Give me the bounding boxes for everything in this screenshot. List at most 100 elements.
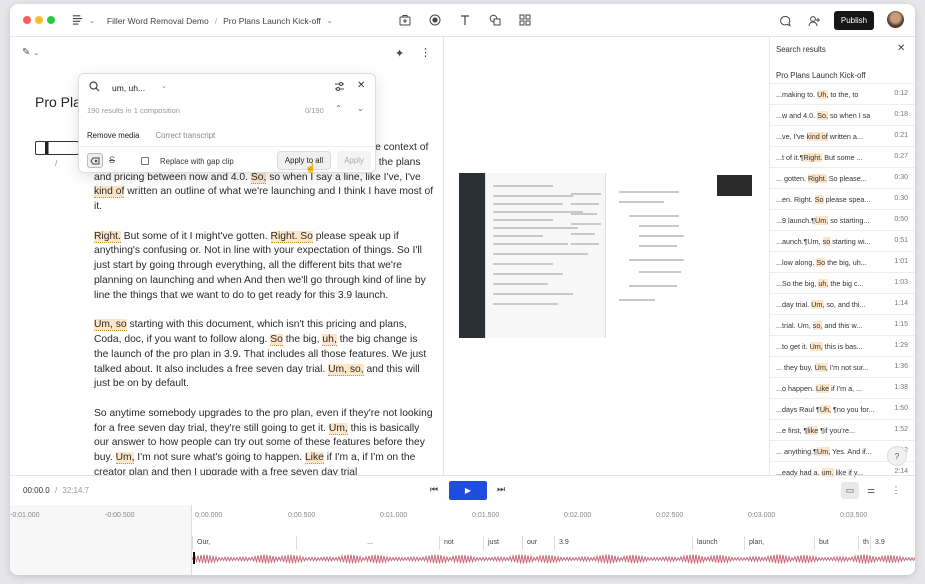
grid-icon[interactable] [517, 12, 533, 28]
publish-button[interactable]: Publish [834, 11, 874, 30]
chevron-down-icon[interactable]: ⌄ [327, 17, 333, 25]
result-time: 1:50 [894, 405, 908, 412]
search-result-item[interactable]: ...days Raul ¶Uh, ¶no you for... 1:50 [770, 398, 915, 419]
media-library-icon[interactable] [397, 12, 413, 28]
search-result-item[interactable]: ...So the big, uh, the big c... 1:03 [770, 272, 915, 293]
breadcrumb-workspace[interactable]: Filler Word Removal Demo [107, 16, 209, 26]
search-result-item[interactable]: ...e first, ¶like ¶if you're... 1:52 [770, 419, 915, 440]
avatar[interactable] [887, 11, 904, 28]
comment-icon[interactable] [777, 13, 793, 29]
tab-remove-media[interactable]: Remove media [87, 131, 139, 140]
breadcrumb: ⌄ Filler Word Removal Demo / Pro Plans L… [72, 14, 333, 27]
result-match: Uh, [819, 404, 831, 414]
timeline-word[interactable]: launch [692, 536, 744, 550]
shapes-icon[interactable] [487, 12, 503, 28]
search-result-item[interactable]: ...low along. So the big, uh... 1:01 [770, 251, 915, 272]
filler-word-match[interactable]: kind of [94, 186, 125, 199]
timeline-word[interactable]: just [483, 536, 522, 550]
search-result-item[interactable]: ... they buy. Um, I'm not sur... 1:36 [770, 356, 915, 377]
search-result-item[interactable]: ...t of it.¶Right. But some ... 0:27 [770, 146, 915, 167]
video-text-line [619, 201, 664, 203]
sparkle-icon[interactable]: ✦ [395, 47, 404, 60]
filler-word-match[interactable]: Um, so [94, 319, 127, 332]
result-time: 1:15 [894, 321, 908, 328]
search-result-item[interactable]: ...making to. Uh, to the, to 0:12 [770, 83, 915, 104]
transcript-paragraph[interactable]: Um, so starting with this document, whic… [94, 318, 434, 392]
result-match: so, [812, 320, 823, 330]
filler-word-match[interactable]: Um, so, [328, 363, 364, 376]
chevron-down-icon[interactable]: ⌄ [161, 82, 167, 90]
pen-icon[interactable]: ✎ ⌄ [22, 47, 39, 58]
playhead[interactable] [193, 552, 195, 564]
search-result-item[interactable]: ...ve, I've kind of written a... 0:21 [770, 125, 915, 146]
caption-icon[interactable]: ▭ [841, 482, 859, 499]
search-result-item[interactable]: ...day trial. Um, so, and thi... 1:14 [770, 293, 915, 314]
close-icon[interactable]: ✕ [357, 80, 365, 91]
transcript-paragraph[interactable]: Right. But some of it I might've gotten.… [94, 230, 434, 304]
delete-icon[interactable] [87, 153, 103, 168]
more-options-icon[interactable]: ⋮ [420, 46, 431, 59]
text-icon[interactable] [457, 12, 473, 28]
timeline-word[interactable]: not [439, 536, 483, 550]
timeline-word[interactable]: 3.9 [870, 536, 915, 550]
video-panel [605, 173, 754, 338]
next-result-icon[interactable]: ⌄ [357, 104, 364, 113]
gap-clip-checkbox[interactable] [141, 157, 149, 165]
zoom-window-button[interactable] [47, 16, 55, 24]
filler-word-match[interactable]: Um, [115, 452, 135, 465]
minimize-window-button[interactable] [35, 16, 43, 24]
filler-word-match[interactable]: Right. [94, 230, 121, 243]
filler-word-match[interactable]: Like [304, 452, 324, 465]
transcript-paragraph[interactable]: So anytime somebody upgrades to the pro … [94, 407, 434, 475]
play-button[interactable]: ▶ [449, 481, 487, 500]
result-summary[interactable]: 190 results in 1 composition [87, 106, 180, 115]
filler-word-match[interactable]: Um, [328, 422, 348, 435]
search-result-item[interactable]: ...w and 4.0. So, so when I sa 0:18 [770, 104, 915, 125]
apply-button[interactable]: Apply [337, 151, 371, 170]
search-result-item[interactable]: ...en. Right. So please spea... 0:30 [770, 188, 915, 209]
timeline-word[interactable]: Our, [192, 536, 296, 550]
close-icon[interactable]: ✕ [897, 43, 905, 54]
previous-result-icon[interactable]: ⌃ [335, 104, 342, 113]
word-track: Our,... not just our 3.9 launch plan, but th 3.9 [192, 536, 915, 550]
timeline-word[interactable]: 3.9 [554, 536, 692, 550]
search-result-item[interactable]: ...to get it. Um, this is bas... 1:29 [770, 335, 915, 356]
timeline-word[interactable]: ... [296, 536, 439, 550]
timeline-word[interactable]: our [522, 536, 554, 550]
timeline-word[interactable]: plan, [744, 536, 814, 550]
strikethrough-icon[interactable]: S [109, 155, 115, 165]
result-context: I'm not sur... [827, 362, 869, 372]
filler-word-match[interactable]: So [270, 333, 283, 346]
result-context: the big c... [828, 278, 864, 288]
close-window-button[interactable] [23, 16, 31, 24]
sliders-icon[interactable] [334, 81, 345, 94]
skip-forward-icon[interactable]: ⏭ [497, 484, 505, 495]
more-options-icon[interactable]: ⋮ [887, 482, 905, 499]
document-list-icon[interactable] [72, 14, 83, 27]
timeline-word[interactable]: th [858, 536, 870, 550]
apply-to-all-button[interactable]: Apply to all [277, 151, 331, 170]
tab-correct-transcript[interactable]: Correct transcript [155, 131, 215, 140]
timeline-settings-icon[interactable]: ⚌ [862, 482, 880, 499]
search-result-item[interactable]: ...trial. Um, so, and this w... 1:15 [770, 314, 915, 335]
search-result-item[interactable]: ...aunch.¶Um, so starting wi... 0:51 [770, 230, 915, 251]
search-result-item[interactable]: ...o happen. Like if I'm a, ... 1:38 [770, 377, 915, 398]
search-input[interactable]: um, uh... [112, 83, 145, 93]
transcript[interactable]: /Our, not just our 3.9 launch plan, but … [94, 141, 434, 475]
breadcrumb-document[interactable]: Pro Plans Launch Kick-off [223, 16, 321, 26]
video-preview[interactable] [459, 173, 754, 338]
record-icon[interactable] [427, 12, 443, 28]
chevron-down-icon[interactable]: ⌄ [89, 17, 95, 25]
skip-back-icon[interactable]: ⏮ [430, 484, 438, 495]
filler-word-match[interactable]: uh, [322, 333, 337, 346]
result-context: ...ve, I've [776, 131, 807, 141]
timeline-word[interactable]: but [814, 536, 858, 550]
help-button[interactable]: ? [887, 446, 907, 466]
search-result-item[interactable]: ... gotten. Right. So please... 0:30 [770, 167, 915, 188]
filler-word-match[interactable]: Right. So [270, 230, 313, 243]
add-user-icon[interactable] [806, 13, 822, 29]
clip-thumbnail[interactable] [35, 141, 79, 155]
video-text-line [493, 253, 588, 255]
search-result-item[interactable]: ...9 launch.¶Um, so starting... 0:50 [770, 209, 915, 230]
timeline[interactable]: -0:01.000 -0:00.500 0:00.000 0:00.500 0:01.0… [10, 505, 915, 575]
